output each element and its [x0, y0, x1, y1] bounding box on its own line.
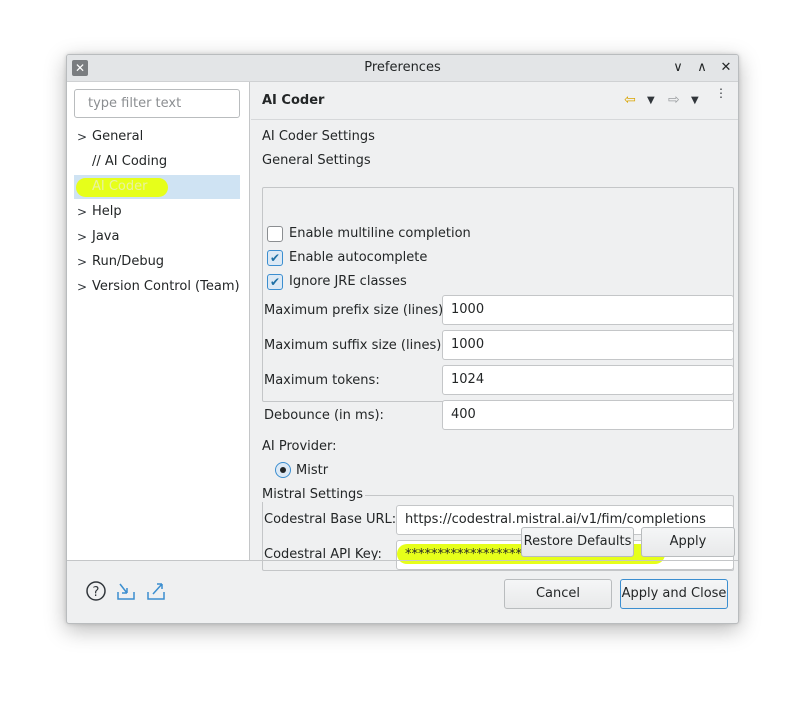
chevron-right-icon[interactable]: > — [77, 250, 89, 274]
checkbox-label: Enable autocomplete — [289, 250, 428, 265]
tree-item-java[interactable]: > Java — [74, 225, 240, 249]
tree-item-label: Version Control (Team) — [92, 279, 240, 294]
max-tokens-label: Maximum tokens: — [264, 373, 380, 388]
ai-provider-label: AI Provider: — [262, 439, 337, 454]
tree-item-label: // AI Coding — [92, 154, 168, 169]
restore-defaults-button[interactable]: Restore Defaults — [521, 527, 634, 557]
forward-menu-icon[interactable]: ▼ — [691, 95, 699, 106]
prefix-size-input[interactable]: 1000 — [442, 295, 734, 325]
footer-divider — [67, 560, 738, 561]
chevron-right-icon[interactable]: > — [77, 200, 89, 224]
chevron-right-icon[interactable]: > — [77, 125, 89, 149]
svg-text:?: ? — [93, 585, 100, 600]
forward-arrow-icon[interactable]: ⇨ — [668, 92, 680, 108]
suffix-size-label: Maximum suffix size (lines): — [264, 338, 446, 353]
page-title: AI Coder — [262, 93, 325, 108]
tree-item-label: Help — [92, 204, 122, 219]
back-arrow-icon[interactable]: ⇦ — [624, 92, 636, 108]
mistral-radio-label[interactable]: Mistr — [296, 463, 328, 478]
cancel-button[interactable]: Cancel — [504, 579, 612, 609]
preferences-window: ✕ Preferences ∨ ∧ ✕ > General // AI Codi… — [66, 54, 739, 624]
preference-page: AI Coder ⇦ ▼ ⇨ ▼ ⋮ AI Coder Settings Gen… — [251, 82, 738, 571]
prefix-size-label: Maximum prefix size (lines): — [264, 303, 448, 318]
back-menu-icon[interactable]: ▼ — [647, 95, 655, 106]
close-icon[interactable]: ✕ — [716, 58, 736, 78]
tree-item-label: Java — [92, 229, 120, 244]
debounce-label: Debounce (in ms): — [264, 408, 384, 423]
max-tokens-input[interactable]: 1024 — [442, 365, 734, 395]
checkbox-box[interactable] — [267, 226, 283, 242]
title-bar: ✕ Preferences ∨ ∧ ✕ — [67, 55, 738, 82]
tree-item-ai-coder[interactable]: AI Coder — [74, 175, 240, 199]
check-icon[interactable]: ✔ — [267, 274, 283, 290]
import-icon[interactable] — [115, 580, 137, 602]
tree-item-version-control[interactable]: > Version Control (Team) — [74, 275, 240, 299]
tree-item-label: Run/Debug — [92, 254, 165, 269]
apply-button[interactable]: Apply — [641, 527, 735, 557]
suffix-size-input[interactable]: 1000 — [442, 330, 734, 360]
view-menu-icon[interactable]: ⋮ — [715, 87, 727, 99]
tree-item-label: AI Coder — [92, 179, 148, 194]
export-icon[interactable] — [145, 580, 167, 602]
chevron-right-icon[interactable]: > — [77, 225, 89, 249]
check-icon[interactable]: ✔ — [267, 250, 283, 266]
tree-item-label: General — [92, 129, 144, 144]
base-url-label: Codestral Base URL: — [264, 512, 397, 527]
preferences-tree: > General // AI Coding AI Coder > Help >… — [67, 82, 250, 560]
minimize-icon[interactable]: ∨ — [668, 58, 688, 78]
chevron-right-icon[interactable]: > — [77, 275, 89, 299]
apply-and-close-button[interactable]: Apply and Close — [620, 579, 728, 609]
general-settings-title: General Settings — [262, 153, 373, 168]
tree-item-help[interactable]: > Help — [74, 200, 240, 224]
checkbox-label: Ignore JRE classes — [289, 274, 407, 289]
settings-heading: AI Coder Settings — [262, 129, 375, 144]
mistral-settings-title: Mistral Settings — [262, 487, 366, 502]
tree-item-general[interactable]: > General — [74, 125, 240, 149]
mistral-radio[interactable] — [275, 462, 291, 478]
checkbox-label: Enable multiline completion — [289, 226, 471, 241]
tree-item-ai-coding[interactable]: // AI Coding — [74, 150, 240, 174]
filter-input[interactable] — [74, 89, 240, 118]
maximize-icon[interactable]: ∧ — [692, 58, 712, 78]
debounce-input[interactable]: 400 — [442, 400, 734, 430]
window-title: Preferences — [364, 60, 441, 75]
page-header: AI Coder ⇦ ▼ ⇨ ▼ ⋮ — [251, 82, 738, 120]
help-icon[interactable]: ? — [85, 580, 107, 602]
tree-item-run-debug[interactable]: > Run/Debug — [74, 250, 240, 274]
